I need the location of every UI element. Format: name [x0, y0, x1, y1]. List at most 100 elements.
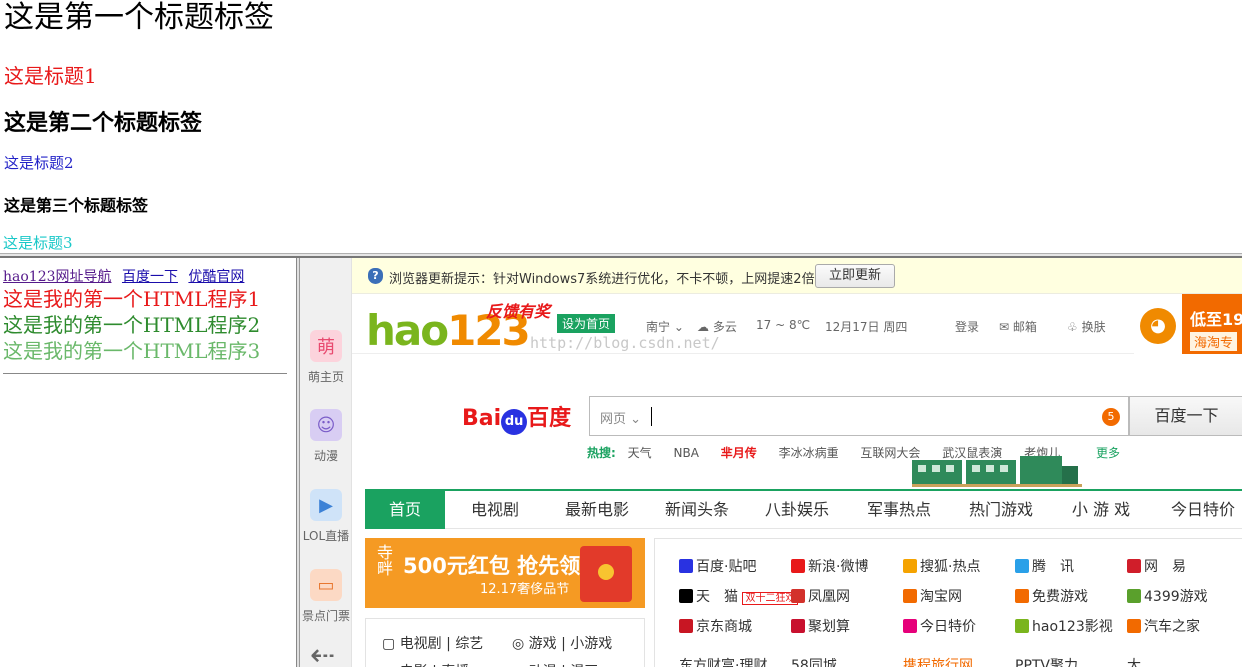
program-line-2: 这是我的第一个HTML程序2: [3, 313, 261, 337]
heading-3: 这是第三个标题标签: [4, 196, 149, 215]
site-link[interactable]: 百度·贴吧: [679, 556, 756, 576]
category-movie[interactable]: ▢ 电影 | 直播: [382, 661, 469, 667]
back-arrow-icon[interactable]: ⇠: [310, 638, 335, 667]
tab-games[interactable]: 热门游戏: [959, 491, 1043, 529]
login-link[interactable]: 登录: [955, 318, 979, 335]
tab-tv[interactable]: 电视剧: [453, 491, 537, 529]
site-link[interactable]: 网 易: [1127, 556, 1186, 576]
tab-military[interactable]: 军事热点: [857, 491, 941, 529]
baidu-search-button[interactable]: 百度一下: [1129, 396, 1242, 436]
jd-icon: [679, 619, 693, 633]
redpacket-banner[interactable]: 寺畔 500元红包 抢先领 12.17奢侈品节: [365, 538, 645, 608]
face-icon: ☺: [310, 409, 342, 441]
sidebar-item-tickets[interactable]: ▭ 景点门票: [300, 569, 352, 624]
taobao-icon: [903, 589, 917, 603]
watermark: http://blog.csdn.net/: [530, 334, 720, 352]
gamepad-icon: [1015, 589, 1029, 603]
update-now-button[interactable]: 立即更新: [815, 264, 895, 288]
cloud-icon: ☁: [697, 320, 709, 334]
logo-badge: 反馈有奖: [486, 302, 551, 321]
site-link[interactable]: 天 猫 双十二狂欢: [679, 586, 799, 606]
site-link[interactable]: 聚划算: [791, 616, 850, 636]
site-link[interactable]: PPTV聚力: [1015, 655, 1078, 667]
promo-ad[interactable]: ◕ 低至19 海淘专: [1134, 294, 1242, 354]
tab-minigames[interactable]: 小 游 戏: [1059, 491, 1143, 529]
sidebar-item-meng[interactable]: 萌 萌主页: [300, 330, 352, 385]
site-link[interactable]: 搜狐·热点: [903, 556, 980, 576]
sidebar-label: 萌主页: [307, 370, 344, 384]
skin-link[interactable]: ♧ 换肤: [1067, 318, 1106, 335]
site-link[interactable]: 京东商城: [679, 616, 752, 636]
site-link[interactable]: 58同城: [791, 655, 837, 667]
juhuasuan-icon: [791, 619, 805, 633]
hot-item[interactable]: 李冰冰病重: [779, 446, 839, 460]
shield-icon: ?: [368, 268, 383, 284]
site-link[interactable]: 腾 讯: [1015, 556, 1074, 576]
tab-gossip[interactable]: 八卦娱乐: [755, 491, 839, 529]
site-link[interactable]: 东方财富·理财: [679, 655, 767, 667]
hot-label: 热搜:: [587, 446, 616, 460]
sidebar-label: 动漫: [313, 449, 338, 463]
more-link[interactable]: 更多: [1096, 444, 1120, 461]
site-grid: 百度·贴吧 新浪·微博 搜狐·热点 腾 讯 网 易 天 猫 双十二狂欢 凤凰网 …: [654, 538, 1242, 667]
mail-link[interactable]: ✉ 邮箱: [999, 318, 1037, 335]
link-hao123[interactable]: hao123网址导航: [3, 269, 112, 285]
city-select[interactable]: 南宁 ⌄: [646, 318, 684, 335]
update-notice: ? 浏览器更新提示：针对Windows7系统进行优化，不卡不顿，上网提速2倍 立…: [352, 258, 1242, 294]
date: 12月17日 周四: [825, 320, 908, 334]
meng-icon: 萌: [310, 330, 342, 362]
site-link[interactable]: 大: [1127, 655, 1141, 667]
tab-home[interactable]: 首页: [365, 491, 445, 529]
search-type-select[interactable]: 网页 ⌄: [600, 408, 641, 427]
link-youku[interactable]: 优酷官网: [188, 269, 244, 285]
site-link[interactable]: 淘宝网: [903, 586, 962, 606]
banner-sub: 12.17奢侈品节: [480, 582, 570, 597]
category-box: ▢ 电视剧 | 综艺 ◎ 游戏 | 小游戏 ▢ 电影 | 直播 ◎ 动漫 | 漫…: [365, 618, 645, 667]
sidebar-item-lol[interactable]: ▶ LOL直播: [300, 489, 352, 544]
weather[interactable]: ☁ 多云: [697, 318, 737, 335]
qq-icon: [1015, 559, 1029, 573]
red-envelope-icon: [580, 546, 632, 602]
sidebar-label: 景点门票: [301, 609, 350, 623]
mail-icon: ✉: [999, 320, 1010, 334]
site-link[interactable]: hao123影视: [1015, 616, 1113, 636]
category-tv[interactable]: ▢ 电视剧 | 综艺: [382, 633, 483, 653]
temperature: 17 ~ 8℃: [756, 318, 811, 332]
right-frame: 萌 萌主页 ☺ 动漫 ▶ LOL直播 ▭ 景点门票 ⇠ ? 浏览器更新提示：针对…: [300, 258, 1242, 667]
sidebar-item-anime[interactable]: ☺ 动漫: [300, 409, 352, 464]
hao123-logo[interactable]: hao123 反馈有奖: [366, 298, 556, 355]
set-home-button[interactable]: 设为首页: [557, 314, 616, 333]
notice-text: 浏览器更新提示：针对Windows7系统进行优化，不卡不顿，上网提速2倍: [389, 272, 815, 287]
program-line-3: 这是我的第一个HTML程序3: [3, 339, 261, 363]
site-link[interactable]: 新浪·微博: [791, 556, 868, 576]
banner-side-text: 寺畔: [374, 544, 393, 576]
hot-item[interactable]: 天气: [628, 446, 652, 460]
site-link[interactable]: 凤凰网: [791, 586, 850, 606]
tab-deals[interactable]: 今日特价: [1161, 491, 1242, 529]
horizontal-rule: [3, 373, 287, 374]
site-link[interactable]: 今日特价: [903, 616, 976, 636]
site-link[interactable]: 免费游戏: [1015, 586, 1088, 606]
heading-1: 这是第一个标题标签: [4, 0, 274, 35]
hot-item[interactable]: 芈月传: [721, 446, 757, 460]
tab-news[interactable]: 新闻头条: [655, 491, 739, 529]
left-frame: hao123网址导航 百度一下 优酷官网 这是我的第一个HTML程序1 这是我的…: [0, 258, 296, 667]
category-anime[interactable]: ◎ 动漫 | 漫画: [512, 661, 598, 667]
link-baidu[interactable]: 百度一下: [122, 269, 178, 285]
sidebar-label: LOL直播: [302, 529, 350, 543]
site-link[interactable]: 汽车之家: [1127, 616, 1200, 636]
tab-movie[interactable]: 最新电影: [555, 491, 639, 529]
shirt-icon: ♧: [1067, 320, 1078, 334]
category-games[interactable]: ◎ 游戏 | 小游戏: [512, 633, 612, 653]
tv-icon: ▢: [382, 636, 396, 652]
search-input[interactable]: 网页 ⌄ 5: [589, 396, 1129, 436]
baidu-logo[interactable]: Bai du 百度: [462, 400, 571, 435]
site-link[interactable]: 携程旅行网: [903, 655, 973, 667]
heading-2: 这是第二个标题标签: [4, 110, 203, 136]
text-caret: [651, 407, 652, 426]
autohome-icon: [1127, 619, 1141, 633]
promo-sub: 海淘专: [1190, 332, 1238, 351]
top-document: 这是第一个标题标签 这是标题1 这是第二个标题标签 这是标题2 这是第三个标题标…: [0, 0, 1242, 255]
site-link[interactable]: 4399游戏: [1127, 586, 1208, 606]
hot-item[interactable]: NBA: [673, 446, 698, 460]
